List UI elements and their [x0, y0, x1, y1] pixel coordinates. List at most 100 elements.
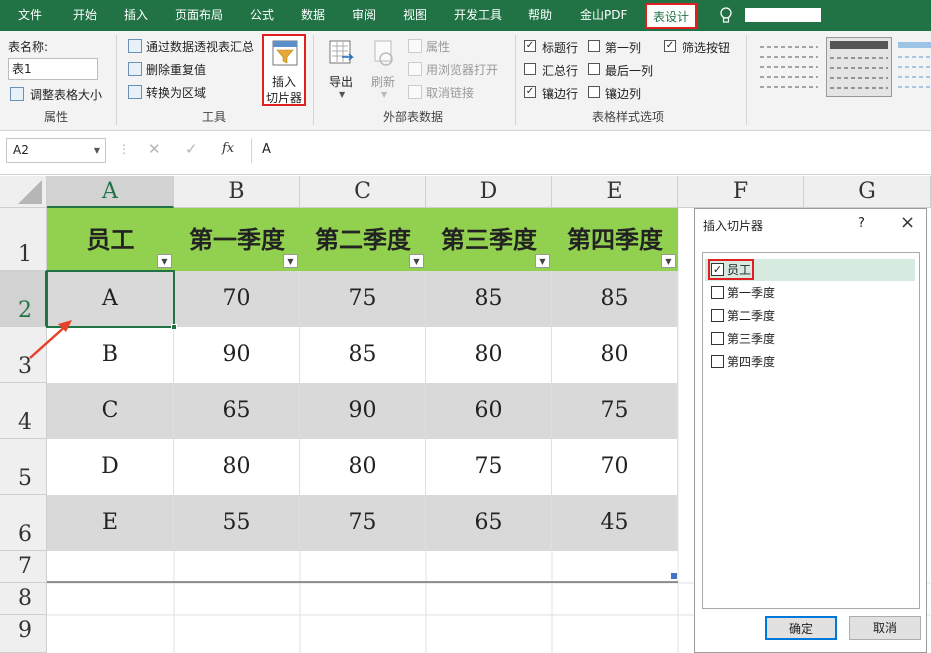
select-all-corner[interactable] — [0, 176, 47, 208]
slicer-field-option[interactable]: 第二季度 — [705, 305, 855, 327]
checkbox[interactable] — [711, 332, 724, 345]
column-header-b[interactable]: B — [174, 176, 300, 208]
table-cell-q2[interactable]: 80 — [300, 439, 426, 495]
tell-me-input[interactable] — [745, 8, 821, 22]
table-header-q3[interactable]: 第三季度 ▼ — [426, 208, 552, 271]
filter-dropdown-icon[interactable]: ▼ — [409, 254, 424, 268]
menu-review[interactable]: 审阅 — [352, 0, 376, 31]
filter-dropdown-icon[interactable]: ▼ — [535, 254, 550, 268]
table-cell-q3[interactable]: 60 — [426, 383, 552, 439]
cancel-icon[interactable]: ✕ — [148, 140, 161, 158]
table-cell-q2[interactable]: 75 — [300, 271, 426, 327]
menu-home[interactable]: 开始 — [73, 0, 97, 31]
export-button[interactable]: 导出 ▼ — [322, 37, 362, 101]
column-header-a[interactable]: A — [47, 176, 174, 208]
row-header-9[interactable]: 9 — [0, 615, 47, 653]
refresh-button[interactable]: 刷新 ▼ — [366, 37, 402, 101]
ok-button[interactable]: 确定 — [765, 616, 837, 640]
chevron-down-icon[interactable]: ▼ — [94, 139, 100, 162]
menu-file[interactable]: 文件 — [18, 0, 42, 31]
menu-developer[interactable]: 开发工具 — [454, 0, 502, 31]
table-cell-q3[interactable]: 75 — [426, 439, 552, 495]
row-header-4[interactable]: 4 — [0, 383, 47, 439]
insert-slicer-button[interactable]: 插入 切片器 — [262, 34, 306, 106]
column-header-g[interactable]: G — [804, 176, 931, 208]
table-cell-q4[interactable]: 45 — [552, 495, 678, 551]
table-cell-q1[interactable]: 55 — [174, 495, 300, 551]
table-name-input[interactable]: 表1 — [8, 58, 98, 80]
table-style-thumb-3[interactable] — [896, 39, 931, 95]
pivot-icon — [128, 39, 142, 53]
table-cell-q4[interactable]: 85 — [552, 271, 678, 327]
row-header-7[interactable]: 7 — [0, 551, 47, 583]
annotation-arrow-icon — [24, 316, 78, 364]
fill-handle[interactable] — [171, 324, 177, 330]
table-cell-q4[interactable]: 80 — [552, 327, 678, 383]
menu-formulas[interactable]: 公式 — [250, 0, 274, 31]
table-cell-q1[interactable]: 90 — [174, 327, 300, 383]
insert-function-icon[interactable]: fx — [222, 141, 234, 156]
slicer-field-option[interactable]: 第四季度 — [705, 351, 855, 373]
table-cell-q3[interactable]: 85 — [426, 271, 552, 327]
group-label-properties: 属性 — [44, 110, 69, 124]
row-header-1[interactable]: 1 — [0, 208, 47, 271]
unlink-icon — [408, 85, 422, 99]
table-header-employee[interactable]: 员工 ▼ — [47, 208, 174, 271]
chevron-down-icon: ▼ — [381, 90, 388, 99]
table-header-q2[interactable]: 第二季度 ▼ — [300, 208, 426, 271]
table-cell-q4[interactable]: 75 — [552, 383, 678, 439]
row-header-8[interactable]: 8 — [0, 583, 47, 615]
table-cell-q1[interactable]: 70 — [174, 271, 300, 327]
separator — [116, 35, 117, 125]
table-name-label: 表名称: — [8, 40, 49, 54]
column-header-c[interactable]: C — [300, 176, 426, 208]
help-icon[interactable]: ? — [858, 216, 865, 231]
table-cell-q3[interactable]: 65 — [426, 495, 552, 551]
menu-view[interactable]: 视图 — [403, 0, 427, 31]
splitter-dots-icon[interactable]: ⋮ — [118, 142, 130, 156]
column-header-d[interactable]: D — [426, 176, 552, 208]
filter-dropdown-icon[interactable]: ▼ — [157, 254, 172, 268]
filter-dropdown-icon[interactable]: ▼ — [283, 254, 298, 268]
table-cell-q1[interactable]: 65 — [174, 383, 300, 439]
table-cell-q2[interactable]: 75 — [300, 495, 426, 551]
row-header-6[interactable]: 6 — [0, 495, 47, 551]
field-list: ✓ 员工第一季度第二季度 第三季度 第四季度 — [702, 252, 920, 609]
table-cell-q1[interactable]: 80 — [174, 439, 300, 495]
table-cell-q2[interactable]: 90 — [300, 383, 426, 439]
enter-icon[interactable]: ✓ — [185, 140, 198, 158]
table-header-q1[interactable]: 第一季度 ▼ — [174, 208, 300, 271]
menu-kingsoft-pdf[interactable]: 金山PDF — [580, 0, 627, 31]
slicer-icon — [272, 40, 298, 66]
menu-insert[interactable]: 插入 — [124, 0, 148, 31]
checkbox[interactable] — [711, 309, 724, 322]
table-cell-q4[interactable]: 70 — [552, 439, 678, 495]
name-box[interactable]: A2 ▼ — [6, 138, 106, 163]
cancel-button[interactable]: 取消 — [849, 616, 921, 640]
table-cell-q3[interactable]: 80 — [426, 327, 552, 383]
column-header-e[interactable]: E — [552, 176, 678, 208]
checkbox[interactable] — [711, 286, 724, 299]
table-cell-employee[interactable]: D — [47, 439, 174, 495]
slicer-field-option[interactable]: ✓ 员工 — [705, 259, 915, 281]
formula-input[interactable]: A — [251, 138, 931, 163]
slicer-field-option[interactable]: 第三季度 — [705, 328, 855, 350]
slicer-field-option[interactable]: 第一季度 — [705, 282, 855, 304]
table-cell-employee[interactable]: C — [47, 383, 174, 439]
menu-page-layout[interactable]: 页面布局 — [175, 0, 223, 31]
lightbulb-icon[interactable] — [719, 7, 733, 25]
tab-table-design[interactable]: 表设计 — [645, 3, 698, 29]
menu-data[interactable]: 数据 — [301, 0, 325, 31]
table-cell-employee[interactable]: E — [47, 495, 174, 551]
table-header-q4[interactable]: 第四季度 ▼ — [552, 208, 678, 271]
table-style-thumb-1[interactable] — [756, 39, 822, 95]
checkbox[interactable] — [711, 355, 724, 368]
column-header-f[interactable]: F — [678, 176, 804, 208]
close-icon[interactable]: × — [900, 212, 915, 233]
menu-help[interactable]: 帮助 — [528, 0, 552, 31]
row-header-5[interactable]: 5 — [0, 439, 47, 495]
slicer-field-label: 第一季度 — [727, 286, 776, 300]
table-cell-q2[interactable]: 85 — [300, 327, 426, 383]
table-style-thumb-2[interactable] — [826, 37, 892, 97]
filter-dropdown-icon[interactable]: ▼ — [661, 254, 676, 268]
